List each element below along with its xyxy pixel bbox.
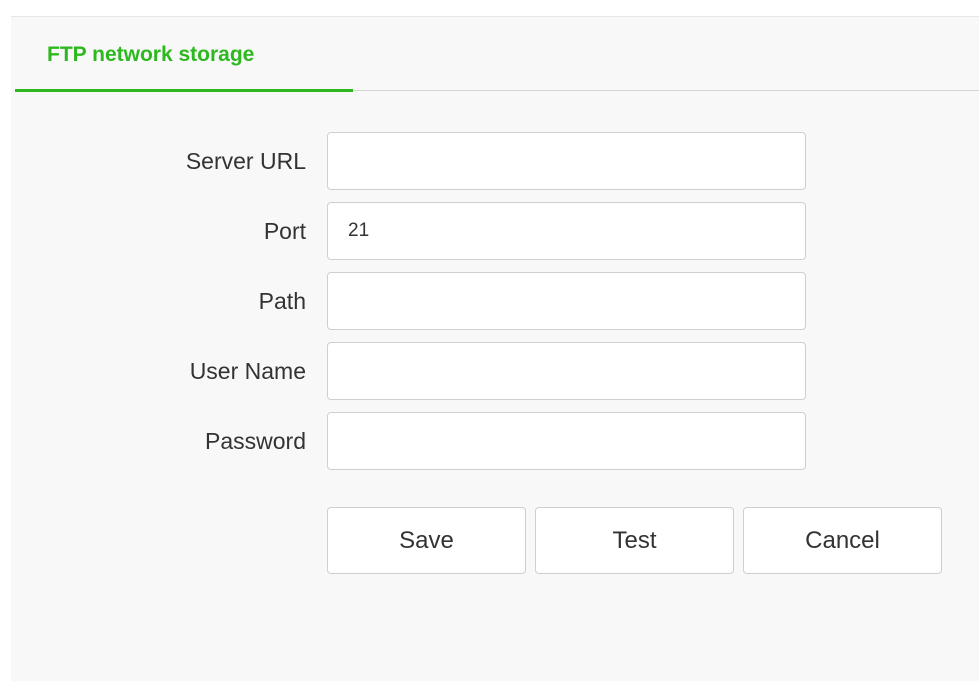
- cancel-button[interactable]: Cancel: [743, 507, 942, 574]
- test-button[interactable]: Test: [535, 507, 734, 574]
- save-button[interactable]: Save: [327, 507, 526, 574]
- server-url-input[interactable]: [327, 132, 806, 190]
- active-tab-indicator: [15, 89, 353, 92]
- port-input[interactable]: [327, 202, 806, 260]
- user-name-input[interactable]: [327, 342, 806, 400]
- ftp-settings-panel: FTP network storage Server URL Port Path…: [11, 16, 979, 681]
- password-label: Password: [205, 428, 306, 454]
- tab-label: FTP network storage: [47, 43, 255, 66]
- port-label: Port: [263, 218, 306, 244]
- server-url-row: Server URL: [11, 132, 979, 190]
- port-row: Port: [11, 202, 979, 260]
- tab-ftp-network-storage[interactable]: FTP network storage: [15, 17, 353, 92]
- path-label: Path: [258, 288, 306, 314]
- user-name-row: User Name: [11, 342, 979, 400]
- user-name-label: User Name: [189, 358, 306, 384]
- password-input[interactable]: [327, 412, 806, 470]
- path-input[interactable]: [327, 272, 806, 330]
- tab-bar: FTP network storage: [15, 17, 979, 92]
- server-url-label: Server URL: [185, 148, 306, 174]
- password-row: Password: [11, 412, 979, 470]
- path-row: Path: [11, 272, 979, 330]
